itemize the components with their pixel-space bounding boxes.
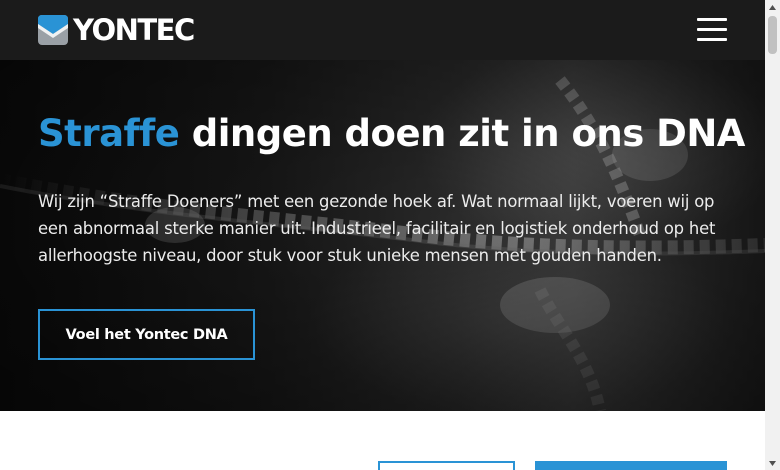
scroll-up-arrow-icon[interactable] <box>765 0 780 14</box>
primary-solid-button[interactable] <box>535 461 727 470</box>
scroll-down-arrow-icon[interactable] <box>765 456 780 470</box>
hamburger-menu-button[interactable] <box>697 18 727 42</box>
menu-bar-icon <box>697 18 727 21</box>
logo[interactable]: YONTEC <box>38 13 195 47</box>
dna-cta-button[interactable]: Voel het Yontec DNA <box>38 309 255 360</box>
hero-title-rest: dingen doen zit in ons DNA <box>191 112 746 155</box>
hero-intro-text: Wij zijn “Straffe Doeners” met een gezon… <box>38 192 716 265</box>
hero-title: Straffe dingen doen zit in ons DNA <box>38 110 745 158</box>
logo-text: YONTEC <box>73 13 195 47</box>
menu-bar-icon <box>697 28 727 31</box>
hero-section: Straffe dingen doen zit in ons DNA Wij z… <box>0 60 765 411</box>
vertical-scrollbar[interactable] <box>765 0 780 470</box>
site-header: YONTEC <box>0 0 765 60</box>
logo-mark-icon <box>38 15 68 45</box>
scrollbar-thumb[interactable] <box>768 16 777 54</box>
secondary-outline-button[interactable] <box>378 461 515 470</box>
page: YONTEC Straffe dingen doen zit in ons DN… <box>0 0 765 470</box>
dna-cta-label: Voel het Yontec DNA <box>65 326 228 343</box>
menu-bar-icon <box>697 38 727 41</box>
hero-title-accent: Straffe <box>38 112 180 155</box>
